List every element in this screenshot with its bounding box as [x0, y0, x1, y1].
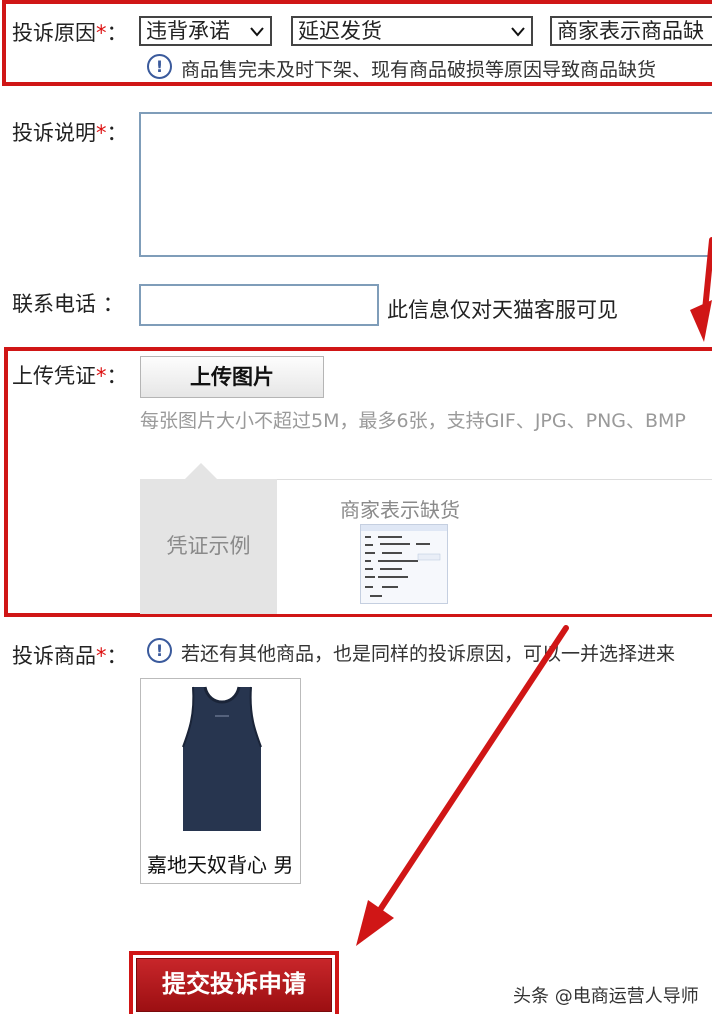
submit-complaint-button[interactable]: 提交投诉申请	[136, 958, 332, 1012]
watermark-text: 头条 @电商运营人导师	[513, 986, 699, 1007]
annotation-arrows	[356, 237, 712, 946]
submit-highlight-frame: 提交投诉申请	[129, 951, 339, 1014]
